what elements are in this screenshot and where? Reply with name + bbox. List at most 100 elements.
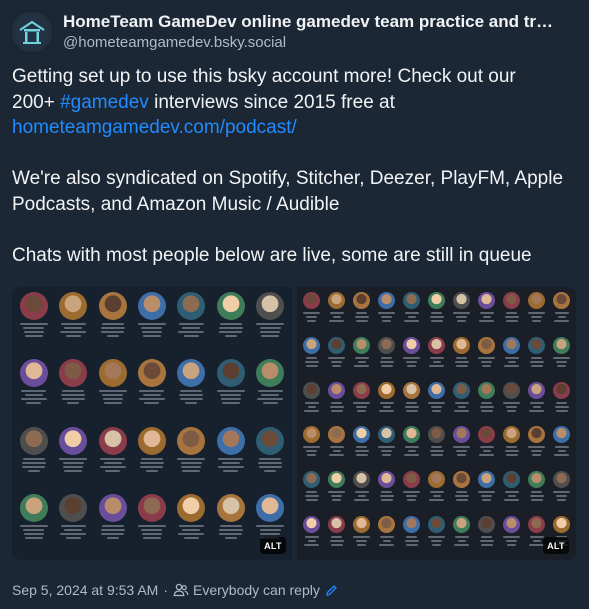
caption-line bbox=[60, 323, 86, 325]
guest-portrait bbox=[19, 292, 48, 320]
guest-caption bbox=[479, 446, 494, 457]
guest-portrait bbox=[503, 336, 520, 354]
caption-line bbox=[330, 409, 343, 412]
pencil-icon[interactable] bbox=[325, 584, 338, 597]
caption-line bbox=[23, 327, 45, 329]
post-image-1[interactable]: ALT bbox=[12, 287, 292, 560]
caption-line bbox=[429, 356, 444, 359]
hashtag-link[interactable]: #gamedev bbox=[60, 92, 149, 113]
caption-line bbox=[506, 446, 517, 449]
guest-portrait-cell bbox=[324, 379, 349, 424]
caption-line bbox=[455, 499, 468, 502]
guest-portrait-cell bbox=[374, 468, 399, 513]
guest-caption bbox=[379, 356, 394, 367]
caption-line bbox=[329, 320, 344, 322]
guest-portrait bbox=[328, 381, 345, 399]
guest-portrait bbox=[478, 516, 495, 534]
caption-line bbox=[504, 491, 519, 494]
caption-line bbox=[144, 402, 160, 405]
caption-line bbox=[218, 528, 243, 531]
caption-line bbox=[139, 461, 164, 464]
reply-setting[interactable]: Everybody can reply bbox=[193, 582, 320, 598]
guest-portrait-cell bbox=[172, 289, 211, 356]
guest-portrait-cell bbox=[93, 424, 132, 491]
guest-portrait bbox=[428, 381, 445, 399]
guest-portrait bbox=[553, 336, 570, 354]
post-paragraph-3: Chats with most people below are live, s… bbox=[12, 245, 532, 267]
guest-caption bbox=[137, 323, 166, 337]
caption-line bbox=[356, 405, 367, 408]
caption-line bbox=[141, 532, 162, 535]
caption-line bbox=[381, 491, 392, 494]
guest-caption bbox=[403, 356, 420, 367]
guest-caption bbox=[354, 491, 369, 502]
caption-line bbox=[305, 499, 318, 502]
caption-line bbox=[457, 320, 466, 322]
caption-line bbox=[178, 331, 205, 333]
caption-line bbox=[261, 394, 280, 397]
guest-portrait bbox=[177, 359, 206, 388]
guest-portrait bbox=[59, 426, 88, 455]
guest-caption bbox=[329, 446, 344, 457]
guest-portrait bbox=[137, 493, 166, 522]
guest-caption bbox=[453, 446, 470, 457]
guest-portrait bbox=[303, 336, 320, 354]
caption-line bbox=[331, 495, 342, 498]
guest-portrait bbox=[177, 426, 206, 455]
caption-line bbox=[405, 409, 418, 412]
caption-line bbox=[259, 327, 281, 329]
house-logo-icon bbox=[19, 20, 45, 44]
guest-portrait-cell bbox=[424, 513, 449, 558]
guest-caption bbox=[177, 457, 206, 472]
guest-portrait bbox=[553, 292, 570, 309]
caption-line bbox=[181, 465, 202, 468]
author-avatar[interactable] bbox=[12, 12, 52, 52]
caption-line bbox=[403, 491, 420, 494]
guest-portrait bbox=[98, 292, 127, 320]
guest-portrait bbox=[59, 359, 88, 388]
guest-caption bbox=[328, 491, 345, 502]
guest-portrait-cell bbox=[324, 423, 349, 468]
caption-line bbox=[454, 360, 469, 363]
caption-line bbox=[306, 316, 317, 318]
caption-line bbox=[304, 536, 319, 539]
guest-portrait bbox=[478, 336, 495, 354]
guest-caption bbox=[478, 491, 495, 502]
caption-line bbox=[182, 528, 201, 531]
guest-caption bbox=[504, 491, 519, 502]
author-display-name[interactable]: HomeTeam GameDev online gamedev team pra… bbox=[63, 12, 573, 32]
guest-caption bbox=[353, 536, 370, 547]
caption-line bbox=[357, 360, 366, 363]
alt-badge-image-1[interactable]: ALT bbox=[260, 537, 286, 554]
guest-caption bbox=[429, 312, 444, 322]
alt-badge-image-2[interactable]: ALT bbox=[543, 537, 569, 554]
guest-caption bbox=[100, 323, 125, 337]
guest-portrait bbox=[256, 426, 285, 455]
caption-line bbox=[331, 360, 342, 363]
caption-line bbox=[224, 536, 237, 539]
caption-line bbox=[454, 495, 469, 498]
guest-portrait-cell bbox=[299, 334, 324, 379]
guest-portrait bbox=[353, 381, 370, 399]
caption-line bbox=[353, 536, 370, 539]
caption-line bbox=[356, 540, 367, 543]
caption-line bbox=[221, 402, 240, 405]
post-timestamp[interactable]: Sep 5, 2024 at 9:53 AM bbox=[12, 582, 158, 598]
guest-portrait-cell bbox=[14, 424, 53, 491]
caption-line bbox=[142, 536, 161, 539]
guest-portrait-cell bbox=[14, 356, 53, 423]
guest-portrait-cell bbox=[499, 468, 524, 513]
podcast-link[interactable]: hometeamgamedev.com/podcast/ bbox=[12, 117, 297, 138]
guest-caption bbox=[304, 401, 319, 412]
caption-line bbox=[554, 446, 569, 449]
post-image-2[interactable]: ALT bbox=[297, 287, 576, 560]
caption-line bbox=[218, 327, 243, 329]
caption-line bbox=[482, 450, 491, 453]
guest-portrait bbox=[453, 426, 470, 444]
caption-line bbox=[328, 356, 345, 359]
guest-portrait-cell bbox=[374, 513, 399, 558]
caption-line bbox=[507, 409, 516, 412]
author-handle[interactable]: @hometeamgamedev.bsky.social bbox=[63, 34, 286, 51]
caption-line bbox=[354, 491, 369, 494]
guest-portrait bbox=[177, 292, 206, 320]
